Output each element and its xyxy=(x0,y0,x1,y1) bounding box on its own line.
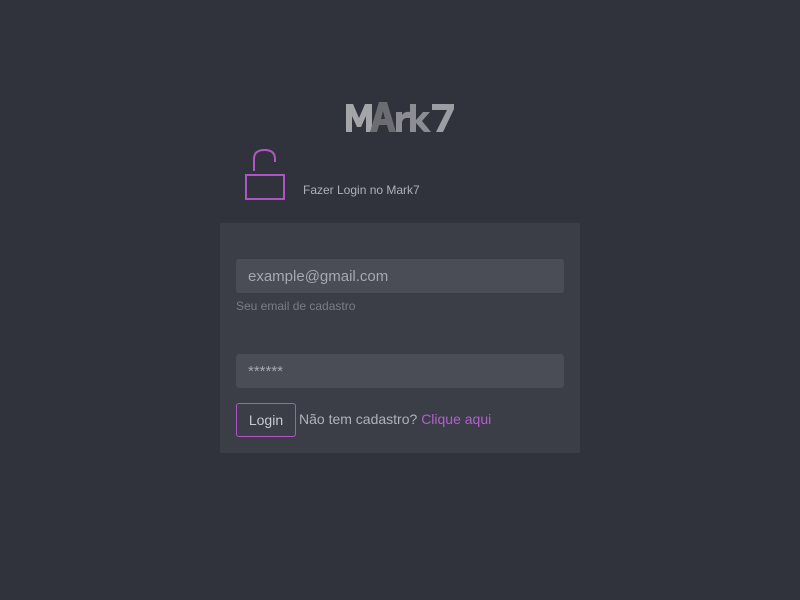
signup-prompt-line: Não tem cadastro? Clique aqui xyxy=(299,411,491,427)
email-input[interactable] xyxy=(236,259,564,293)
mark7-logo xyxy=(346,102,454,132)
unlocked-padlock-icon xyxy=(245,148,285,200)
login-page: Fazer Login no Mark7 Seu email de cadast… xyxy=(0,0,800,600)
login-card: Seu email de cadastro Login Não tem cada… xyxy=(220,223,580,453)
email-helper-text: Seu email de cadastro xyxy=(236,299,356,313)
login-button[interactable]: Login xyxy=(236,403,296,437)
signup-link[interactable]: Clique aqui xyxy=(421,411,491,427)
password-input[interactable] xyxy=(236,354,564,388)
signup-prompt-text: Não tem cadastro? xyxy=(299,411,418,427)
login-subtitle: Fazer Login no Mark7 xyxy=(303,183,420,197)
